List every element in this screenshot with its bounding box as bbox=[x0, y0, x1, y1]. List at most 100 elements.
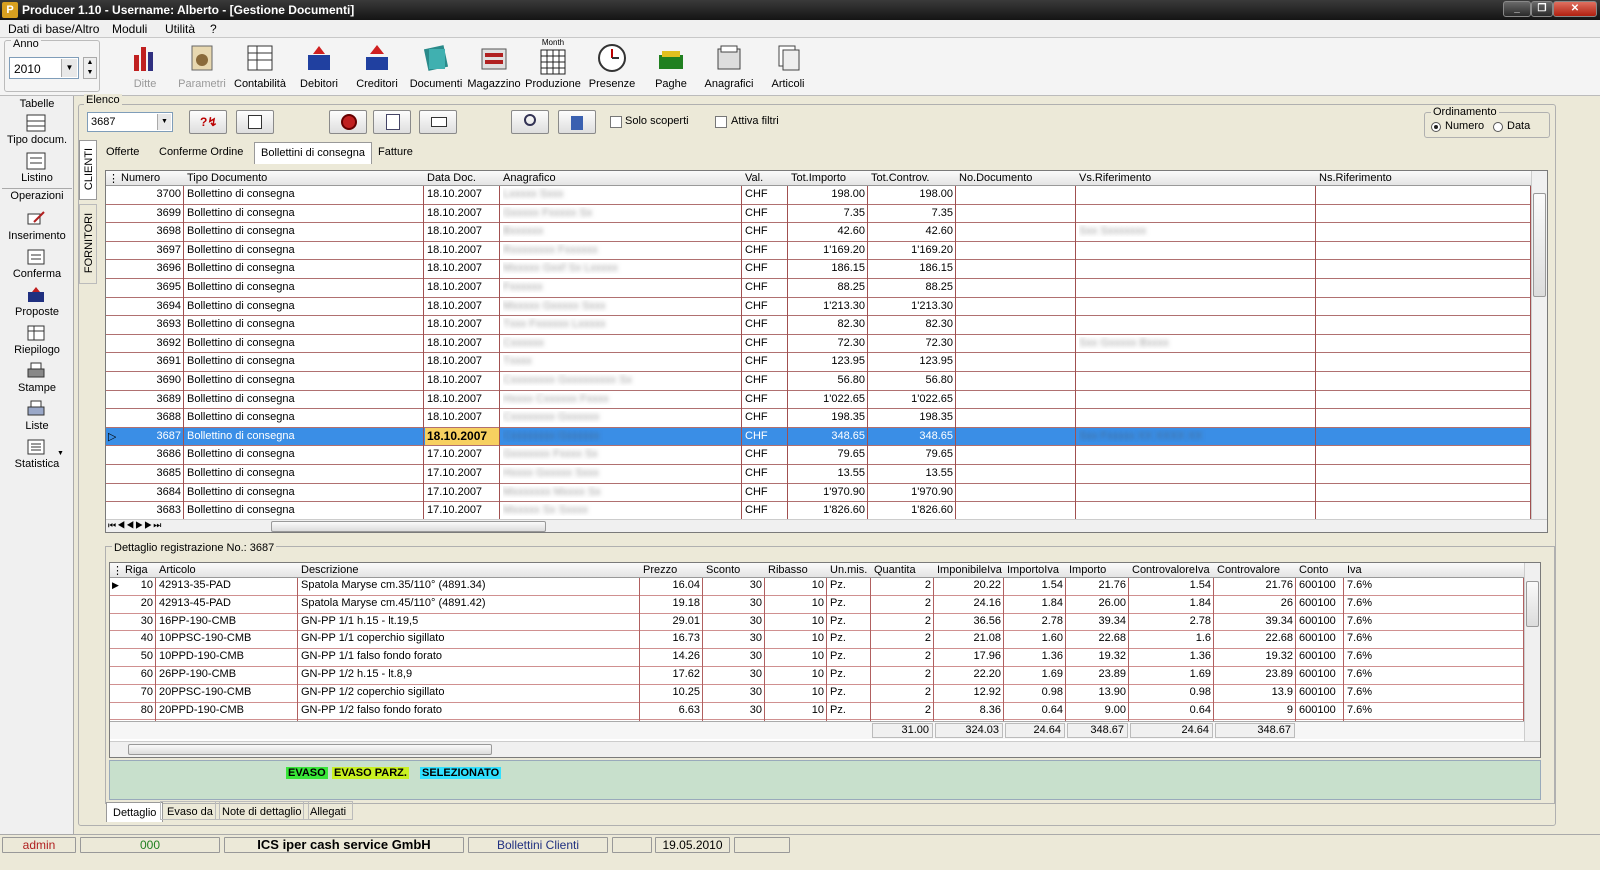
tab-conferme-ordine[interactable]: Conferme Ordine bbox=[153, 142, 249, 164]
left-item-stampe[interactable]: Stampe bbox=[0, 362, 74, 398]
column-header[interactable]: No.Documento bbox=[959, 172, 1032, 184]
column-header[interactable]: Vs.Riferimento bbox=[1079, 172, 1151, 184]
zoom-button[interactable] bbox=[511, 110, 549, 134]
close-button[interactable]: ✕ bbox=[1553, 1, 1597, 17]
toolbar-contabilita[interactable]: Contabilità bbox=[230, 41, 290, 95]
attiva-filtri-checkbox[interactable] bbox=[715, 116, 727, 128]
tab-dettaglio[interactable]: Dettaglio bbox=[106, 802, 164, 822]
toolbar-anagrafici[interactable]: Anagrafici bbox=[699, 41, 759, 95]
left-item-listino[interactable]: Listino bbox=[0, 152, 74, 188]
column-header[interactable]: Controvalore bbox=[1217, 564, 1280, 576]
copy-button[interactable] bbox=[236, 110, 274, 134]
toolbar-creditori[interactable]: Creditori bbox=[347, 41, 407, 95]
column-header[interactable]: Numero bbox=[121, 172, 160, 184]
column-header[interactable]: Prezzo bbox=[643, 564, 677, 576]
record-navigator[interactable]: ⏮◀◀▶▶⏭ bbox=[108, 520, 162, 531]
column-header[interactable]: ImponibileIva bbox=[937, 564, 1002, 576]
detail-row[interactable]: 20 42913-45-PAD Spatola Maryse cm.45/110° … bbox=[110, 596, 1524, 614]
detail-row[interactable]: 70 20PPSC-190-CMB GN-PP 1/2 coperchio sigi… bbox=[110, 685, 1524, 703]
column-header[interactable]: Ribasso bbox=[768, 564, 808, 576]
toolbar-presenze[interactable]: Presenze bbox=[582, 41, 642, 95]
table-row[interactable]: 3695 Bollettino di consegna 18.10.2007 Fxxx… bbox=[106, 279, 1531, 298]
table-row[interactable]: 3698 Bollettino di consegna 18.10.2007 Bxxx… bbox=[106, 223, 1531, 242]
toolbar-parametri[interactable]: Parametri bbox=[172, 41, 232, 95]
toolbar-paghe[interactable]: Paghe bbox=[641, 41, 701, 95]
grid-hscrollbar[interactable]: ⏮◀◀▶▶⏭ bbox=[106, 519, 1547, 532]
toolbar-produzione[interactable]: Month Produzione bbox=[523, 38, 583, 95]
table-row[interactable]: 3696 Bollettino di consegna 18.10.2007 Mxxx… bbox=[106, 260, 1531, 279]
table-row[interactable]: 3684 Bollettino di consegna 17.10.2007 Mxxx… bbox=[106, 484, 1531, 503]
tab-fornitori[interactable]: FORNITORI bbox=[79, 204, 97, 284]
menu-moduli[interactable]: Moduli bbox=[112, 22, 147, 36]
table-row[interactable]: 3699 Bollettino di consegna 18.10.2007 Gxxx… bbox=[106, 205, 1531, 224]
table-row[interactable]: 3693 Bollettino di consegna 18.10.2007 Txxx… bbox=[106, 316, 1531, 335]
title-bar[interactable]: P Producer 1.10 - Username: Alberto - [G… bbox=[0, 0, 1600, 20]
email-button[interactable] bbox=[419, 110, 457, 134]
column-header[interactable]: Importo bbox=[1069, 564, 1106, 576]
detail-row[interactable]: 80 20PPD-190-CMB GN-PP 1/2 falso fondo for… bbox=[110, 703, 1524, 721]
grid-vscrollbar[interactable] bbox=[1531, 171, 1547, 519]
left-item-riepilogo[interactable]: Riepilogo bbox=[0, 324, 74, 360]
tab-clienti[interactable]: CLIENTI bbox=[79, 140, 97, 200]
tab-evaso-da[interactable]: Evaso da bbox=[160, 801, 220, 820]
grid-menu-icon[interactable]: ⋮ bbox=[108, 172, 119, 185]
toolbar-articoli[interactable]: Articoli bbox=[758, 41, 818, 95]
toolbar-ditte[interactable]: Ditte bbox=[115, 41, 175, 95]
scroll-thumb[interactable] bbox=[1526, 581, 1539, 627]
column-header[interactable]: Quantita bbox=[874, 564, 916, 576]
detail-row[interactable]: 60 26PP-190-CMB GN-PP 1/2 h.15 - lt.8,9 17.… bbox=[110, 667, 1524, 685]
print-button[interactable] bbox=[329, 110, 367, 134]
radio-data[interactable] bbox=[1493, 122, 1503, 132]
grid-menu-icon[interactable]: ⋮ bbox=[112, 564, 123, 577]
caret-down-icon[interactable]: ▼ bbox=[57, 450, 64, 457]
column-header[interactable]: Un.mis. bbox=[830, 564, 867, 576]
left-item-conferma[interactable]: Conferma bbox=[0, 248, 74, 284]
column-header[interactable]: Anagrafico bbox=[503, 172, 556, 184]
table-row[interactable]: 3683 Bollettino di consegna 17.10.2007 Mxxx… bbox=[106, 502, 1531, 521]
left-item-liste[interactable]: Liste bbox=[0, 400, 74, 436]
detail-row[interactable]: 50 10PPD-190-CMB GN-PP 1/1 falso fondo for… bbox=[110, 649, 1524, 667]
year-combo[interactable]: 2010 ▼ bbox=[9, 57, 79, 79]
table-row[interactable]: 3691 Bollettino di consegna 18.10.2007 Txxx… bbox=[106, 353, 1531, 372]
table-row[interactable]: 3700 Bollettino di consegna 18.10.2007 Lxxx… bbox=[106, 186, 1531, 205]
detail-vscrollbar[interactable] bbox=[1524, 563, 1540, 741]
left-item-inserimento[interactable]: Inserimento bbox=[0, 210, 74, 246]
column-header[interactable]: Tot.Controv. bbox=[871, 172, 930, 184]
table-row[interactable]: 3686 Bollettino di consegna 17.10.2007 Gxxx… bbox=[106, 446, 1531, 465]
restore-button[interactable]: ❐ bbox=[1531, 1, 1553, 17]
table-row[interactable]: 3689 Bollettino di consegna 18.10.2007 Hxxx… bbox=[106, 391, 1531, 410]
hscroll-thumb[interactable] bbox=[271, 521, 546, 532]
table-row[interactable]: 3688 Bollettino di consegna 18.10.2007 Cxxx… bbox=[106, 409, 1531, 428]
table-row[interactable]: ▷ 3687 Bollettino di consegna 18.10.2007 Cxx… bbox=[106, 427, 1531, 447]
radio-numero[interactable] bbox=[1431, 122, 1441, 132]
solo-scoperti-checkbox[interactable] bbox=[610, 116, 622, 128]
column-header[interactable]: ControvaloreIva bbox=[1132, 564, 1210, 576]
year-spinner[interactable]: ▲ ▼ bbox=[83, 57, 97, 79]
column-header[interactable]: ImportoIva bbox=[1007, 564, 1059, 576]
tab-bollettini[interactable]: Bollettini di consegna bbox=[254, 142, 372, 164]
scroll-thumb[interactable] bbox=[1533, 193, 1546, 297]
table-row[interactable]: 3692 Bollettino di consegna 18.10.2007 Cxxx… bbox=[106, 335, 1531, 354]
column-header[interactable]: Tot.Importo bbox=[791, 172, 846, 184]
minimize-button[interactable]: _ bbox=[1503, 1, 1531, 17]
left-item-proposte[interactable]: Proposte bbox=[0, 286, 74, 322]
column-header[interactable]: Articolo bbox=[159, 564, 196, 576]
column-header[interactable]: Conto bbox=[1299, 564, 1328, 576]
left-item-tipo-docum[interactable]: Tipo docum. bbox=[0, 114, 74, 150]
detail-row[interactable]: ▶ 10 42913-35-PAD Spatola Maryse cm.35/110°… bbox=[110, 578, 1524, 596]
column-header[interactable]: Sconto bbox=[706, 564, 740, 576]
detail-row[interactable]: 30 16PP-190-CMB GN-PP 1/1 h.15 - lt.19,5 29… bbox=[110, 614, 1524, 632]
toolbar-documenti[interactable]: Documenti bbox=[406, 41, 466, 95]
left-item-statistica[interactable]: Statistica ▼ bbox=[0, 438, 74, 474]
table-row[interactable]: 3685 Bollettino di consegna 17.10.2007 Hxxx… bbox=[106, 465, 1531, 484]
column-header[interactable]: Descrizione bbox=[301, 564, 358, 576]
tab-allegati[interactable]: Allegati bbox=[303, 801, 354, 820]
search-help-button[interactable]: ?↯ bbox=[189, 110, 227, 134]
document-number-combo[interactable]: 3687 ▼ bbox=[87, 112, 173, 132]
exit-button[interactable] bbox=[558, 110, 596, 134]
menu-utilita[interactable]: Utilità bbox=[165, 22, 195, 36]
menu-help[interactable]: ? bbox=[210, 22, 217, 36]
detail-hscrollbar[interactable] bbox=[110, 741, 1540, 757]
detail-row[interactable]: 40 10PPSC-190-CMB GN-PP 1/1 coperchio sigi… bbox=[110, 631, 1524, 650]
tab-fatture[interactable]: Fatture bbox=[372, 142, 419, 164]
